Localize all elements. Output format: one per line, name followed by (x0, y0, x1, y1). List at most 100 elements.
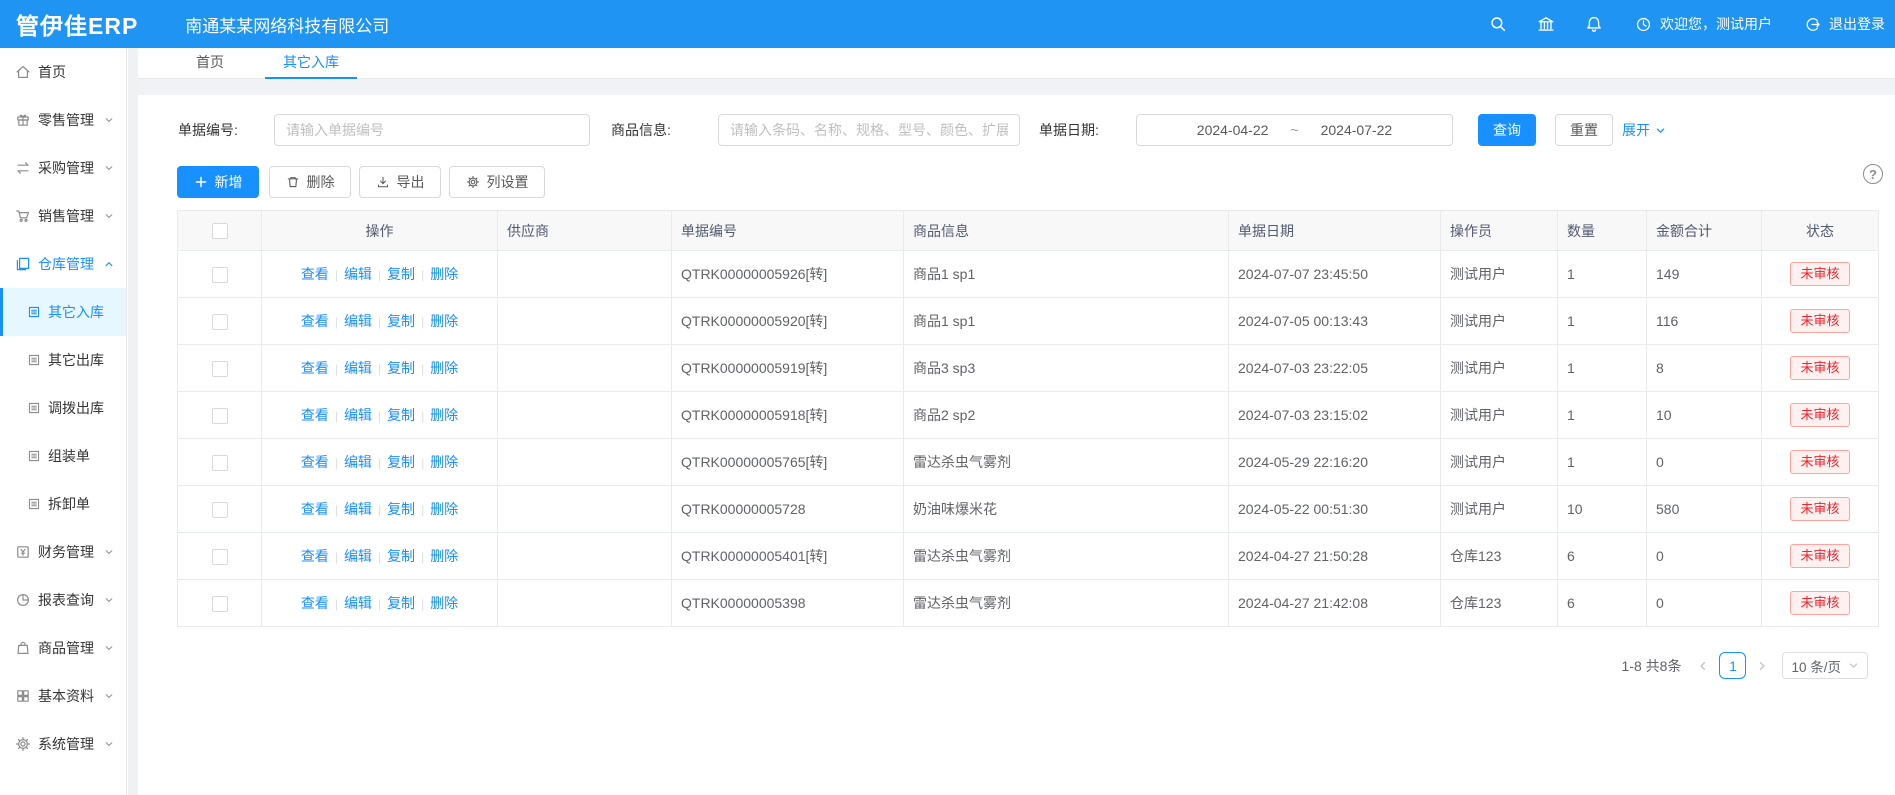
row-checkbox[interactable] (212, 408, 228, 424)
page-number[interactable]: 1 (1719, 652, 1746, 679)
cell-supplier (498, 533, 672, 580)
cell-product: 商品2 sp2 (904, 392, 1229, 439)
search-button[interactable]: 查询 (1478, 114, 1536, 146)
date-start: 2024-04-22 (1197, 122, 1269, 138)
row-checkbox[interactable] (212, 549, 228, 565)
bank-icon[interactable] (1537, 15, 1555, 33)
logout-text: 退出登录 (1829, 14, 1885, 34)
view-link[interactable]: 查看 (301, 548, 329, 564)
copy-link[interactable]: 复制 (387, 360, 415, 376)
edit-link[interactable]: 编辑 (344, 266, 372, 282)
row-checkbox[interactable] (212, 314, 228, 330)
copy-link[interactable]: 复制 (387, 313, 415, 329)
sidebar-item-basic-data[interactable]: 基本资料 (0, 672, 126, 720)
company-name: 南通某某网络科技有限公司 (185, 12, 389, 37)
copy-link[interactable]: 复制 (387, 266, 415, 282)
copy-link[interactable]: 复制 (387, 548, 415, 564)
sidebar-item-transfer-outbound[interactable]: 调拨出库 (0, 384, 126, 432)
cell-amount: 0 (1647, 580, 1762, 627)
row-checkbox[interactable] (212, 455, 228, 471)
delete-link[interactable]: 删除 (430, 501, 458, 517)
sidebar-item-system[interactable]: 系统管理 (0, 720, 126, 768)
app-window: 管伊佳ERP 南通某某网络科技有限公司 欢迎您，测试用户 退出登录 (0, 0, 1895, 795)
view-link[interactable]: 查看 (301, 501, 329, 517)
cell-order-no: QTRK00000005926[转] (672, 251, 904, 298)
edit-link[interactable]: 编辑 (344, 313, 372, 329)
sidebar-item-purchase[interactable]: 采购管理 (0, 144, 126, 192)
cell-product: 雷达杀虫气雾剂 (904, 533, 1229, 580)
plus-icon (194, 175, 208, 189)
delete-link[interactable]: 删除 (430, 407, 458, 423)
edit-link[interactable]: 编辑 (344, 548, 372, 564)
select-all-checkbox[interactable] (212, 223, 228, 239)
sidebar-item-sales[interactable]: 销售管理 (0, 192, 126, 240)
copy-link[interactable]: 复制 (387, 595, 415, 611)
next-page-button[interactable] (1756, 660, 1768, 672)
order-no-input[interactable] (274, 114, 590, 146)
cell-qty: 1 (1558, 392, 1647, 439)
view-link[interactable]: 查看 (301, 313, 329, 329)
view-link[interactable]: 查看 (301, 454, 329, 470)
sidebar-item-other-inbound[interactable]: 其它入库 (0, 288, 126, 336)
view-link[interactable]: 查看 (301, 407, 329, 423)
date-label: 单据日期: (1039, 114, 1099, 146)
reset-button[interactable]: 重置 (1555, 114, 1613, 146)
edit-link[interactable]: 编辑 (344, 360, 372, 376)
sidebar-item-products[interactable]: 商品管理 (0, 624, 126, 672)
help-icon[interactable]: ? (1863, 164, 1883, 184)
product-info-input[interactable] (718, 114, 1020, 146)
delete-button[interactable]: 删除 (269, 166, 351, 198)
status-badge: 未审核 (1790, 591, 1849, 615)
row-checkbox[interactable] (212, 596, 228, 612)
edit-link[interactable]: 编辑 (344, 407, 372, 423)
export-button[interactable]: 导出 (359, 166, 441, 198)
delete-link[interactable]: 删除 (430, 266, 458, 282)
delete-link[interactable]: 删除 (430, 548, 458, 564)
row-checkbox[interactable] (212, 361, 228, 377)
sidebar-item-retail[interactable]: 零售管理 (0, 96, 126, 144)
row-checkbox[interactable] (212, 267, 228, 283)
cell-amount: 8 (1647, 345, 1762, 392)
tab-home[interactable]: 首页 (178, 48, 242, 79)
view-link[interactable]: 查看 (301, 595, 329, 611)
delete-link[interactable]: 删除 (430, 313, 458, 329)
edit-link[interactable]: 编辑 (344, 454, 372, 470)
edit-link[interactable]: 编辑 (344, 595, 372, 611)
copy-link[interactable]: 复制 (387, 407, 415, 423)
user-welcome[interactable]: 欢迎您，测试用户 (1635, 14, 1772, 34)
edit-link[interactable]: 编辑 (344, 501, 372, 517)
page-size-select[interactable]: 10 条/页 (1782, 652, 1868, 679)
delete-link[interactable]: 删除 (430, 454, 458, 470)
sidebar-item-reports[interactable]: 报表查询 (0, 576, 126, 624)
view-link[interactable]: 查看 (301, 266, 329, 282)
sidebar-item-home[interactable]: 首页 (0, 48, 126, 96)
sidebar-item-warehouse[interactable]: 仓库管理 (0, 240, 126, 288)
cell-supplier (498, 392, 672, 439)
sidebar-item-assembly[interactable]: 组装单 (0, 432, 126, 480)
delete-link[interactable]: 删除 (430, 360, 458, 376)
view-link[interactable]: 查看 (301, 360, 329, 376)
delete-link[interactable]: 删除 (430, 595, 458, 611)
status-badge: 未审核 (1790, 309, 1849, 333)
search-icon[interactable] (1489, 15, 1507, 33)
cell-product: 商品3 sp3 (904, 345, 1229, 392)
tab-other-inbound[interactable]: 其它入库 (265, 48, 357, 79)
bell-icon[interactable] (1585, 15, 1603, 33)
prev-page-button[interactable] (1697, 660, 1709, 672)
copy-link[interactable]: 复制 (387, 454, 415, 470)
expand-link[interactable]: 展开 (1622, 114, 1666, 146)
sidebar-item-other-outbound[interactable]: 其它出库 (0, 336, 126, 384)
add-button[interactable]: 新增 (177, 166, 259, 198)
copy-link[interactable]: 复制 (387, 501, 415, 517)
chevron-down-icon (104, 691, 114, 701)
sidebar-item-finance[interactable]: 财务管理 (0, 528, 126, 576)
row-checkbox[interactable] (212, 502, 228, 518)
cell-operator: 仓库123 (1441, 533, 1558, 580)
cell-order-no: QTRK00000005728 (672, 486, 904, 533)
gift-icon (15, 112, 31, 128)
logout-button[interactable]: 退出登录 (1804, 14, 1885, 34)
sidebar-item-disassembly[interactable]: 拆卸单 (0, 480, 126, 528)
column-settings-button[interactable]: 列设置 (449, 166, 545, 198)
date-range-picker[interactable]: 2024-04-22 ~ 2024-07-22 (1136, 114, 1453, 146)
bag-icon (15, 640, 31, 656)
